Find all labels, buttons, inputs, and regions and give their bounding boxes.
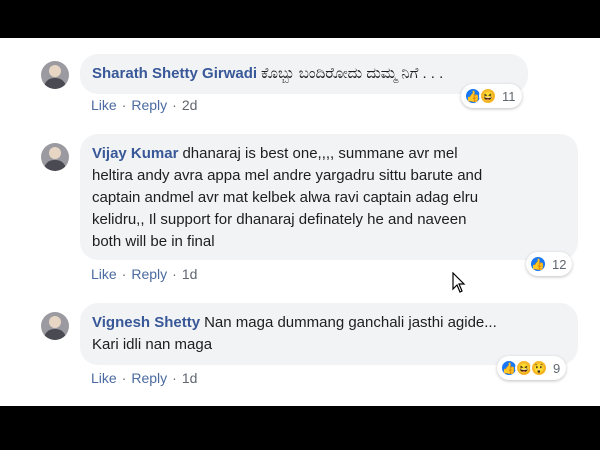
comment-bubble: Vignesh Shetty Nan maga dummang ganchali … [80,303,578,365]
comment-time[interactable]: 1d [182,266,198,282]
separator-dot: · [172,266,177,282]
avatar[interactable] [41,312,69,340]
separator-dot: · [172,370,177,386]
separator-dot: · [172,97,177,113]
separator-dot: · [121,97,127,113]
comment-author[interactable]: Vignesh Shetty [92,314,200,331]
comment-author[interactable]: Sharath Shetty Girwadi [92,65,257,82]
reply-link[interactable]: Reply [131,97,167,113]
separator-dot: · [121,370,127,386]
comment-actions: Like · Reply · 1d [91,370,197,386]
like-link[interactable]: Like [91,370,117,386]
comments-panel: Sharath Shetty Girwadi ಕೊಬ್ಬು ಬಂದಿರೋದು ದು… [0,38,600,406]
reactions-summary[interactable]: 👍 12 [526,252,573,276]
reactions-summary[interactable]: 👍 😆 😲 9 [497,356,567,380]
reaction-count: 9 [553,360,561,376]
comment-actions: Like · Reply · 2d [91,97,197,113]
comment-author[interactable]: Vijay Kumar [92,145,178,162]
comment-text: ಕೊಬ್ಬು ಬಂದಿರೋದು ದುಮ್ಮ ನಿಗೆ . . . [261,65,444,82]
like-link[interactable]: Like [91,266,117,282]
comment-bubble: Vijay Kumar dhanaraj is best one,,,, summ… [80,134,578,260]
wow-icon: 😲 [530,359,548,377]
reply-link[interactable]: Reply [131,370,167,386]
comment-time[interactable]: 2d [182,97,198,113]
mouse-cursor-icon [452,272,466,293]
comment-bubble: Sharath Shetty Girwadi ಕೊಬ್ಬು ಬಂದಿರೋದು ದು… [80,54,528,94]
reactions-summary[interactable]: 👍 😆 11 [461,84,522,108]
comment-time[interactable]: 1d [182,370,198,386]
reaction-count: 12 [552,256,567,272]
like-link[interactable]: Like [91,97,117,113]
haha-icon: 😆 [479,87,497,105]
avatar[interactable] [41,61,69,89]
separator-dot: · [121,266,127,282]
comment-actions: Like · Reply · 1d [91,266,197,282]
like-icon: 👍 [529,255,547,273]
avatar[interactable] [41,143,69,171]
reaction-count: 11 [502,88,516,104]
reply-link[interactable]: Reply [131,266,167,282]
